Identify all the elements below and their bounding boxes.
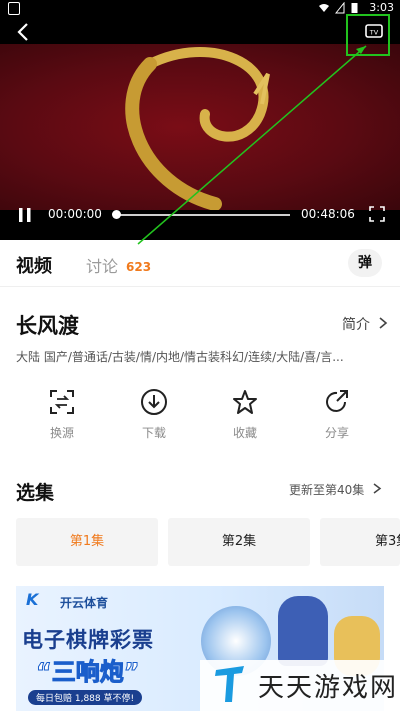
battery-icon [351, 3, 358, 13]
download-icon [141, 389, 167, 415]
clock: 3:03 [369, 1, 394, 14]
show-title: 长风渡 [16, 314, 79, 338]
tab-discuss[interactable]: 讨论 [86, 253, 118, 277]
discuss-count-badge: 623 [126, 260, 152, 274]
progress-thumb[interactable] [112, 210, 121, 219]
intro-label: 简介 [342, 317, 370, 333]
danmu-label: 弹 [358, 255, 372, 271]
ad-quote: “三响炮” [36, 658, 141, 687]
switch-source-icon [50, 390, 74, 414]
update-label: 更新至第40集 [289, 483, 365, 497]
notification-icon [8, 2, 20, 15]
action-label: 收藏 [232, 426, 257, 440]
tab-video[interactable]: 视频 [16, 252, 52, 278]
action-download[interactable]: 下载 [124, 388, 184, 441]
episode-item[interactable]: 第3集 [320, 518, 400, 566]
action-label: 分享 [324, 426, 349, 440]
intro-button[interactable]: 简介 [342, 314, 388, 334]
watermark-logo-icon [215, 666, 244, 702]
fullscreen-icon[interactable] [369, 206, 385, 222]
detail-tabs: 视频 讨论 623 弹 [0, 240, 400, 287]
ad-headline: 电子棋牌彩票 [22, 628, 154, 652]
ad-character-graphic [278, 596, 328, 666]
episodes-update-link[interactable]: 更新至第40集 [289, 481, 382, 498]
star-icon [233, 390, 257, 414]
wifi-icon [319, 4, 329, 12]
ad-logo-icon: K [26, 590, 39, 609]
chevron-right-icon [373, 483, 382, 494]
danmu-toggle-button[interactable]: 弹 [348, 249, 382, 277]
chevron-right-icon [379, 317, 388, 329]
annotation-arrow [137, 45, 367, 245]
action-label: 换源 [49, 426, 74, 440]
show-tags: 大陆 国产/普通话/古装/情/内地/情古装科幻/连续/大陆/喜/言... [16, 350, 344, 364]
action-switch-source[interactable]: 换源 [32, 388, 92, 441]
episode-item[interactable]: 第1集 [16, 518, 158, 566]
watermark-text: 天天游戏网 [258, 673, 399, 703]
signal-off-icon [335, 2, 345, 14]
share-icon [326, 390, 348, 412]
ad-brand: 开云体育 [60, 596, 109, 610]
action-favorite[interactable]: 收藏 [215, 388, 275, 441]
current-time: 00:00:00 [48, 207, 102, 221]
status-bar: 3:03 [0, 0, 400, 18]
episode-item[interactable]: 第2集 [168, 518, 310, 566]
action-share[interactable]: 分享 [307, 388, 367, 441]
action-label: 下载 [141, 426, 166, 440]
back-icon[interactable] [16, 22, 30, 42]
pause-icon[interactable] [18, 207, 32, 223]
episodes-title: 选集 [16, 482, 55, 504]
ad-subtitle: 每日包赔 1,888 草不停! [28, 690, 143, 705]
